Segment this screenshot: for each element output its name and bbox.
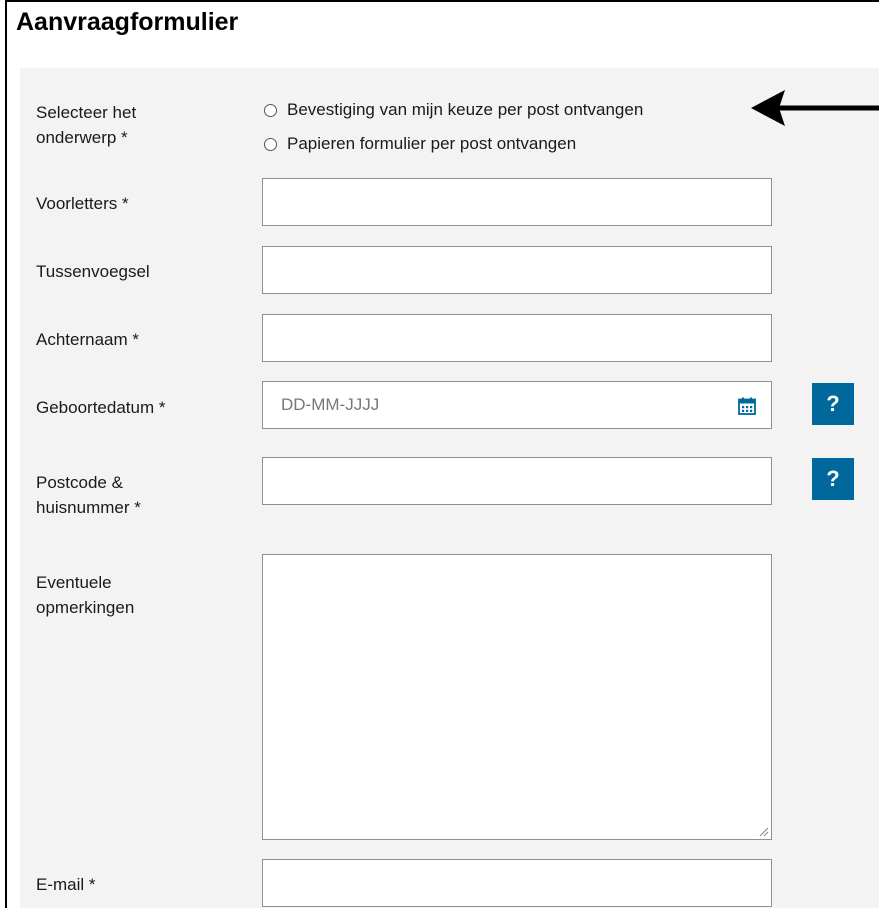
page-title: Aanvraagformulier	[16, 8, 239, 36]
prefix-field[interactable]	[262, 246, 772, 294]
postcode-field[interactable]	[262, 457, 772, 505]
birthdate-input[interactable]	[263, 382, 771, 428]
lastname-label: Achternaam *	[36, 330, 139, 349]
help-icon: ?	[826, 391, 840, 416]
email-label: E-mail *	[36, 875, 96, 894]
postcode-label: Postcode & huisnummer *	[36, 473, 141, 517]
birthdate-label: Geboortedatum *	[36, 398, 166, 417]
birthdate-field[interactable]	[262, 381, 772, 429]
initials-field[interactable]	[262, 178, 772, 226]
postcode-help-button[interactable]: ?	[812, 458, 854, 500]
prefix-label: Tussenvoegsel	[36, 262, 150, 281]
initials-label: Voorletters *	[36, 194, 129, 213]
radio-button-icon[interactable]	[264, 103, 277, 117]
subject-label: Selecteer het onderwerp *	[36, 103, 137, 147]
lastname-input[interactable]	[263, 315, 771, 361]
radio-option-paper-form[interactable]: Papieren formulier per post ontvangen	[264, 134, 576, 154]
resize-handle-icon[interactable]	[759, 827, 769, 837]
arrow-left-icon	[751, 90, 879, 126]
radio-option-label: Bevestiging van mijn keuze per post ontv…	[287, 100, 644, 119]
email-field[interactable]	[262, 859, 772, 907]
lastname-field[interactable]	[262, 314, 772, 362]
radio-option-confirmation[interactable]: Bevestiging van mijn keuze per post ontv…	[264, 100, 643, 120]
calendar-icon[interactable]	[737, 396, 757, 416]
birthdate-help-button[interactable]: ?	[812, 383, 854, 425]
initials-input[interactable]	[263, 179, 771, 225]
remarks-textarea[interactable]	[263, 555, 771, 839]
prefix-input[interactable]	[263, 247, 771, 293]
email-input[interactable]	[263, 860, 771, 906]
radio-button-icon[interactable]	[264, 137, 277, 151]
remarks-field[interactable]	[262, 554, 772, 840]
help-icon: ?	[826, 466, 840, 491]
postcode-input[interactable]	[263, 458, 771, 504]
remarks-label: Eventuele opmerkingen	[36, 573, 135, 617]
radio-option-label: Papieren formulier per post ontvangen	[287, 134, 577, 153]
